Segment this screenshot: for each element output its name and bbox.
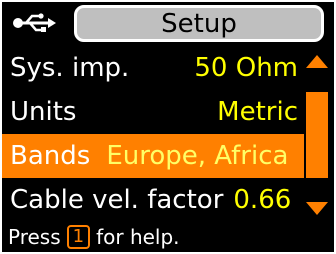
help-key: 1 bbox=[66, 225, 91, 249]
menu-item-value: 50 Ohm bbox=[194, 53, 298, 83]
menu-item-label: Cable vel. factor bbox=[10, 185, 224, 215]
scrollbar[interactable] bbox=[304, 50, 330, 222]
page-title: Setup bbox=[74, 5, 324, 42]
arrow-up-icon[interactable] bbox=[304, 50, 330, 74]
menu-item-cable-velocity-factor[interactable]: Cable vel. factor 0.66 bbox=[2, 178, 304, 222]
settings-menu: Sys. imp. 50 Ohm Units Metric Bands Euro… bbox=[2, 46, 304, 222]
scroll-thumb[interactable] bbox=[306, 92, 328, 178]
menu-item-system-impedance[interactable]: Sys. imp. 50 Ohm bbox=[2, 46, 304, 90]
page-title-text: Setup bbox=[161, 8, 237, 39]
help-hint-suffix: for help. bbox=[96, 225, 180, 249]
menu-item-value: 0.66 bbox=[233, 185, 292, 215]
menu-item-value: Europe, Africa bbox=[106, 141, 289, 171]
device-screen: Setup Sys. imp. 50 Ohm Units Metric Band… bbox=[0, 0, 336, 254]
menu-item-label: Units bbox=[10, 97, 77, 127]
menu-item-units[interactable]: Units Metric bbox=[2, 90, 304, 134]
help-hint-prefix: Press bbox=[8, 225, 61, 249]
menu-item-bands[interactable]: Bands Europe, Africa bbox=[2, 134, 304, 178]
menu-item-label: Sys. imp. bbox=[10, 53, 130, 83]
help-hint: Press 1 for help. bbox=[2, 222, 334, 252]
arrow-down-icon[interactable] bbox=[304, 196, 330, 220]
usb-icon bbox=[13, 13, 56, 32]
header-bar: Setup bbox=[2, 2, 334, 44]
menu-item-value: Metric bbox=[217, 97, 298, 127]
menu-item-label: Bands bbox=[10, 141, 91, 171]
